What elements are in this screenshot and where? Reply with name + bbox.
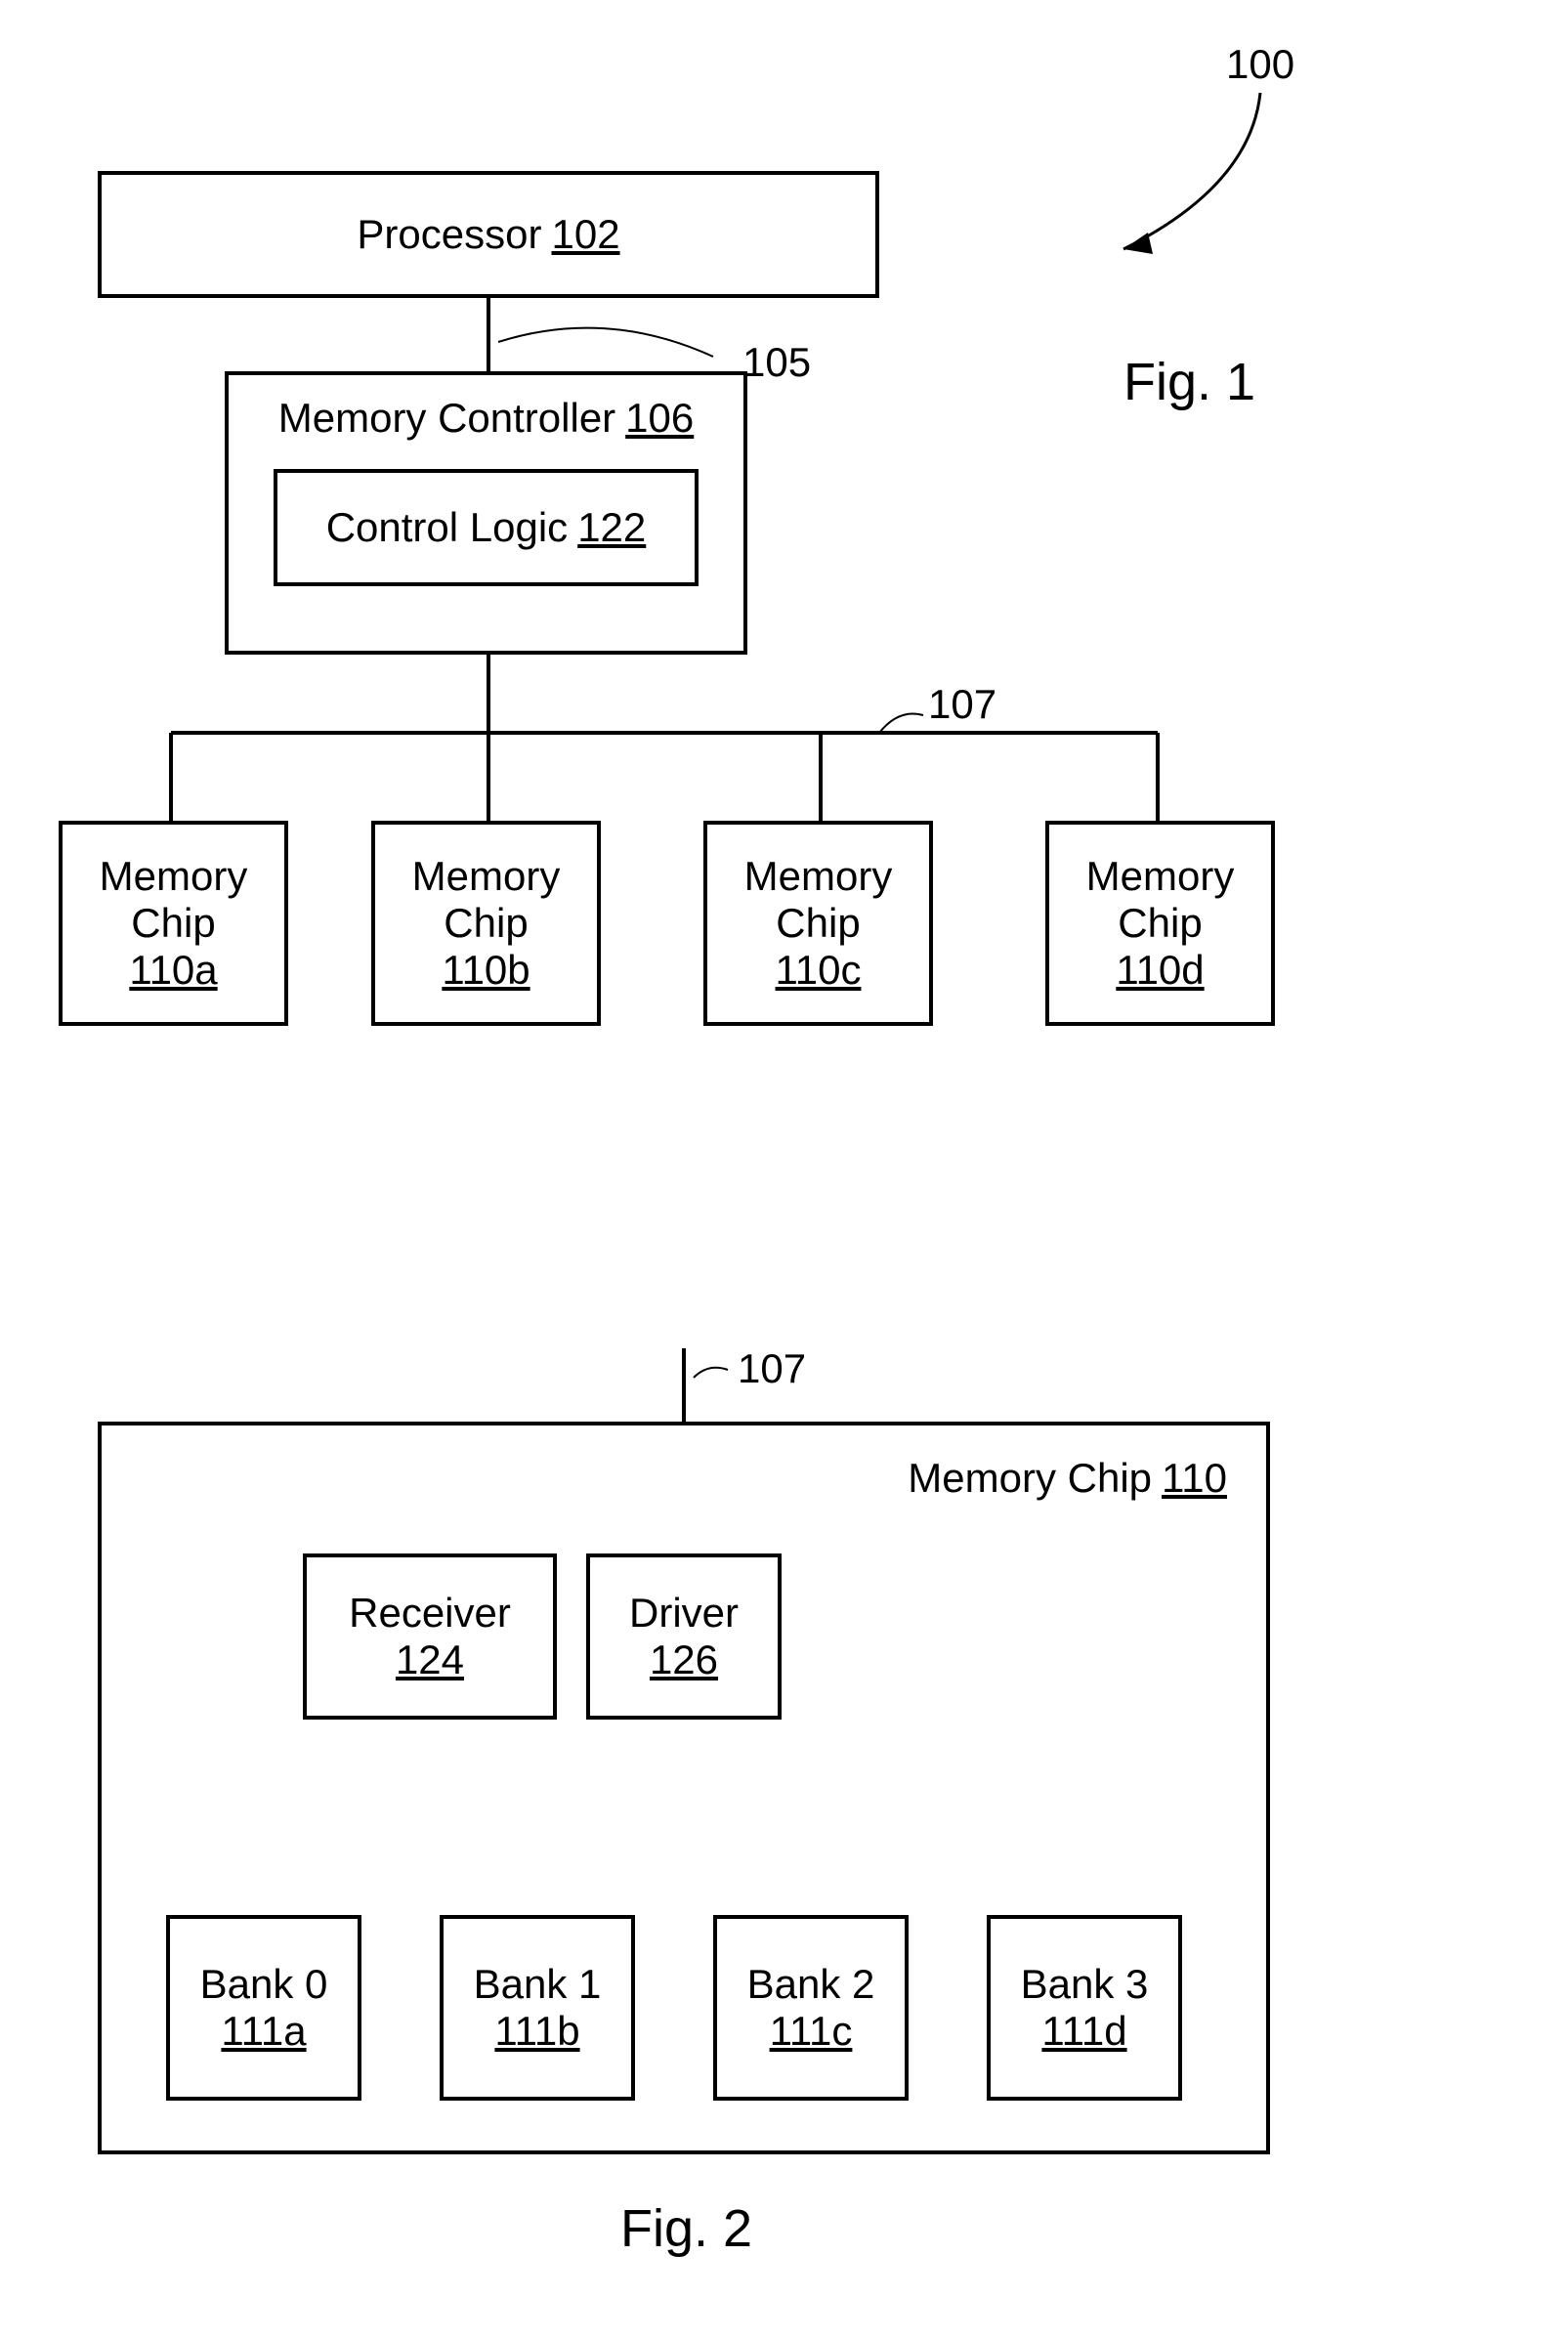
memory-chip-110d: Memory Chip 110d bbox=[1045, 821, 1275, 1026]
chip-name-1a: Memory bbox=[412, 853, 561, 900]
chip-num-1: 110b bbox=[442, 947, 530, 994]
driver-name: Driver bbox=[629, 1590, 739, 1637]
chip-name-2a: Memory bbox=[744, 853, 893, 900]
chip-num-0: 110a bbox=[129, 947, 217, 994]
chip-name-3a: Memory bbox=[1086, 853, 1235, 900]
bank1-num: 111b bbox=[494, 2008, 579, 2055]
memctrl-name: Memory Controller bbox=[278, 395, 615, 442]
memory-chip-110b: Memory Chip 110b bbox=[371, 821, 601, 1026]
chip-name-3b: Chip bbox=[1118, 900, 1202, 947]
driver-num: 126 bbox=[650, 1637, 718, 1683]
bank-2: Bank 2 111c bbox=[713, 1915, 909, 2101]
bank2-num: 111c bbox=[770, 2008, 853, 2055]
bank3-num: 111d bbox=[1041, 2008, 1126, 2055]
leader-107-fig1 bbox=[0, 694, 1568, 752]
memctrl-num: 106 bbox=[625, 395, 694, 442]
bank1-name: Bank 1 bbox=[474, 1961, 602, 2008]
ctrllogic-num: 122 bbox=[577, 504, 646, 551]
driver-box: Driver 126 bbox=[586, 1553, 782, 1720]
receiver-box: Receiver 124 bbox=[303, 1553, 557, 1720]
processor-num: 102 bbox=[551, 211, 619, 258]
leader-107-fig2 bbox=[0, 1348, 1568, 1407]
receiver-name: Receiver bbox=[349, 1590, 511, 1637]
chip-num-3: 110d bbox=[1116, 947, 1204, 994]
chip-name-2b: Chip bbox=[776, 900, 860, 947]
memory-chip-110a: Memory Chip 110a bbox=[59, 821, 288, 1026]
bank0-name: Bank 0 bbox=[200, 1961, 328, 2008]
memchip110-name: Memory Chip bbox=[908, 1455, 1152, 1502]
bank0-num: 111a bbox=[221, 2008, 306, 2055]
bank-0: Bank 0 111a bbox=[166, 1915, 361, 2101]
chip-name-0a: Memory bbox=[100, 853, 248, 900]
chip-num-2: 110c bbox=[776, 947, 862, 994]
processor-name: Processor bbox=[357, 211, 541, 258]
chip-name-0b: Chip bbox=[131, 900, 215, 947]
memchip110-num: 110 bbox=[1162, 1455, 1227, 1502]
memory-chip-110c: Memory Chip 110c bbox=[703, 821, 933, 1026]
control-logic-box: Control Logic 122 bbox=[274, 469, 699, 586]
ctrllogic-name: Control Logic bbox=[326, 504, 568, 551]
diagram-page: 100 Processor 102 105 Memory Controller … bbox=[0, 0, 1568, 2340]
chip-name-1b: Chip bbox=[444, 900, 528, 947]
receiver-num: 124 bbox=[396, 1637, 464, 1683]
processor-box: Processor 102 bbox=[98, 171, 879, 298]
bank2-name: Bank 2 bbox=[747, 1961, 875, 2008]
bank-1: Bank 1 111b bbox=[440, 1915, 635, 2101]
bank3-name: Bank 3 bbox=[1021, 1961, 1149, 2008]
fig2-caption: Fig. 2 bbox=[620, 2198, 752, 2259]
bank-3: Bank 3 111d bbox=[987, 1915, 1182, 2101]
